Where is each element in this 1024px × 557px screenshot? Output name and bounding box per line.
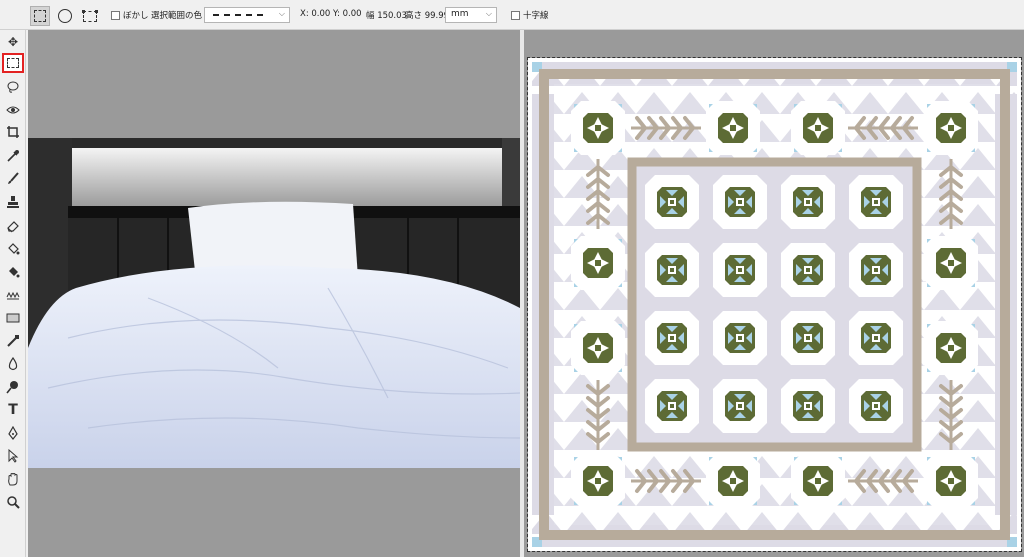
- ellipse-selection-icon: [58, 9, 72, 23]
- chevron-down-icon: ⌵: [485, 9, 492, 18]
- document-panel-left[interactable]: [28, 30, 520, 557]
- row-selection-icon: [82, 9, 98, 22]
- tool-bar: ✥ T: [0, 30, 26, 557]
- quilt-border-block: [924, 101, 978, 155]
- chevron-down-icon: ⌵: [278, 9, 285, 18]
- crosshair-label: 十字線: [523, 11, 549, 21]
- quilt-border-block: [791, 101, 845, 155]
- width-readout: 幅 150.03: [366, 11, 407, 21]
- quilt-inner-block: [645, 175, 699, 229]
- burn-tool-icon[interactable]: [2, 377, 24, 397]
- eyedropper-tool-icon[interactable]: [2, 146, 24, 166]
- text-tool-icon[interactable]: T: [2, 400, 24, 420]
- quilt-border-block: [706, 101, 760, 155]
- quilt-inner-block: [713, 243, 767, 297]
- blur-drop-icon[interactable]: [2, 354, 24, 374]
- quilt-inner-block: [849, 243, 903, 297]
- move-tool-icon[interactable]: ✥: [2, 32, 24, 52]
- pen-tool-icon[interactable]: [2, 423, 24, 443]
- quilt-inner-block: [781, 379, 835, 433]
- pattern-bucket-icon[interactable]: [2, 262, 24, 282]
- quilt-inner-block: [849, 311, 903, 365]
- quilt-border-block: [924, 454, 978, 508]
- y-readout: Y: 0.00: [333, 9, 362, 19]
- quilt-border-block: [571, 236, 625, 290]
- crosshair-checkbox[interactable]: [511, 11, 520, 20]
- quilt-border-block: [571, 454, 625, 508]
- quilt-inner-block: [713, 175, 767, 229]
- options-bar: ぼかし 選択範囲の色 ⌵ X: 0.00 Y: 0.00 幅 150.03 高さ…: [0, 0, 1024, 30]
- eraser-tool-icon[interactable]: [2, 216, 24, 236]
- bedroom-photo: [28, 138, 520, 468]
- direct-select-icon[interactable]: [2, 446, 24, 466]
- crop-tool-icon[interactable]: [2, 122, 24, 142]
- dashed-line-style-preview: [213, 14, 263, 16]
- quilt-canvas[interactable]: [527, 57, 1022, 552]
- zoom-tool-icon[interactable]: [2, 492, 24, 512]
- quilt-inner-block: [781, 311, 835, 365]
- rectangle-shape-icon[interactable]: [2, 308, 24, 328]
- smudge-tool-icon[interactable]: [2, 331, 24, 351]
- hand-tool-icon[interactable]: [2, 469, 24, 489]
- new-selection-mode-button[interactable]: [30, 6, 50, 26]
- quilt-inner-block: [645, 379, 699, 433]
- document-panel-right[interactable]: [524, 30, 1024, 557]
- quilt-inner-block: [781, 175, 835, 229]
- red-eye-tool-icon[interactable]: [2, 100, 24, 120]
- quilt-inner-block: [713, 311, 767, 365]
- quilt-border-block: [924, 321, 978, 375]
- quilt-inner-block: [645, 311, 699, 365]
- feather-checkbox[interactable]: [111, 11, 120, 20]
- quilt-inner-block: [645, 243, 699, 297]
- unit-value: mm: [451, 9, 469, 19]
- quilt-pattern: [528, 58, 1021, 551]
- row-selection-mode-button[interactable]: [80, 6, 100, 26]
- quilt-inner-block: [849, 175, 903, 229]
- lasso-tool-icon[interactable]: [2, 77, 24, 97]
- selection-color-label: 選択範囲の色: [151, 11, 203, 21]
- x-readout: X: 0.00: [300, 9, 331, 19]
- wave-tool-icon[interactable]: [2, 285, 24, 305]
- unit-dropdown[interactable]: mm ⌵: [445, 7, 497, 23]
- quilt-border-block: [571, 101, 625, 155]
- paint-bucket-icon[interactable]: [2, 239, 24, 259]
- quilt-inner-block: [713, 379, 767, 433]
- selection-color-dropdown[interactable]: ⌵: [204, 7, 290, 23]
- quilt-border-block: [791, 454, 845, 508]
- quilt-border-block: [706, 454, 760, 508]
- quilt-border-block: [571, 321, 625, 375]
- brush-tool-icon[interactable]: [2, 169, 24, 189]
- quilt-border-block: [924, 236, 978, 290]
- ellipse-selection-mode-button[interactable]: [55, 6, 75, 26]
- feather-label: ぼかし: [123, 11, 149, 21]
- rect-selection-icon: [34, 10, 46, 22]
- quilt-inner-block: [781, 243, 835, 297]
- quilt-inner-block: [849, 379, 903, 433]
- rect-marquee-tool-icon[interactable]: [2, 53, 24, 73]
- height-readout: 高さ 99.99: [405, 11, 450, 21]
- stamp-tool-icon[interactable]: [2, 192, 24, 212]
